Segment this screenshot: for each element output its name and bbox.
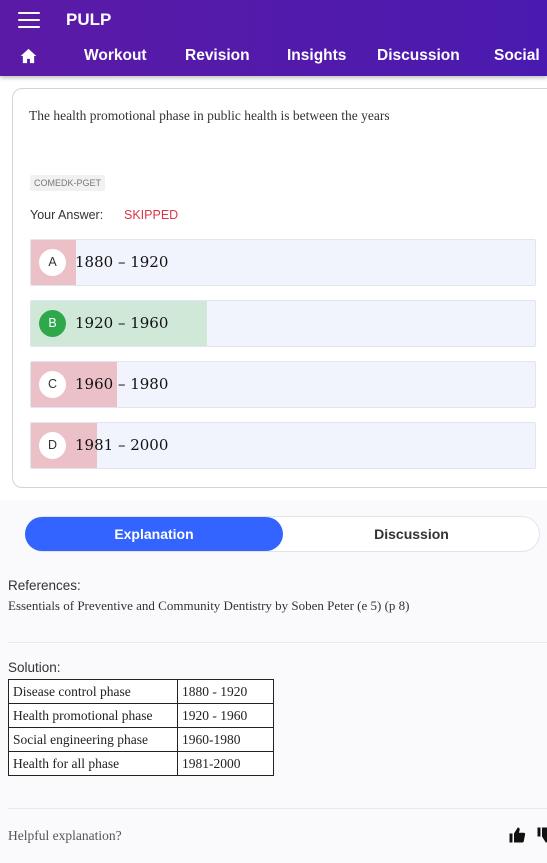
table-row: Health promotional phase 1920 - 1960: [8, 703, 274, 728]
option-d[interactable]: D 1981 – 2000: [30, 422, 536, 469]
nav-item-revision[interactable]: Revision: [185, 47, 250, 65]
table-cell: Disease control phase: [8, 679, 178, 704]
option-text: 1880 – 1920: [75, 253, 169, 271]
thumbs-down-icon[interactable]: [536, 826, 547, 844]
option-b[interactable]: B 1920 – 1960: [30, 300, 536, 347]
table-cell: 1981-2000: [177, 751, 274, 776]
references-label: References:: [8, 578, 81, 593]
option-letter: D: [39, 432, 66, 459]
table-cell: Social engineering phase: [8, 727, 178, 752]
option-c[interactable]: C 1960 – 1980: [30, 361, 536, 408]
your-answer-status: SKIPPED: [124, 208, 179, 222]
option-letter: A: [39, 249, 66, 276]
table-row: Disease control phase 1880 - 1920: [8, 679, 274, 704]
divider: [8, 642, 547, 643]
question-text: The health promotional phase in public h…: [29, 108, 390, 123]
helpful-prompt: Helpful explanation?: [8, 828, 122, 843]
nav-item-insights[interactable]: Insights: [287, 47, 346, 65]
references-text: Essentials of Preventive and Community D…: [8, 598, 410, 613]
option-text: 1960 – 1980: [75, 375, 169, 393]
option-a[interactable]: A 1880 – 1920: [30, 239, 536, 286]
table-cell: 1960-1980: [177, 727, 274, 752]
exam-tag: COMEDK-PGET: [30, 175, 106, 191]
app-title: PULP: [66, 10, 112, 29]
solution-table: Disease control phase 1880 - 1920 Health…: [8, 679, 274, 776]
nav-item-workout[interactable]: Workout: [84, 47, 147, 65]
tab-discussion[interactable]: Discussion: [284, 517, 539, 551]
table-cell: 1920 - 1960: [177, 703, 274, 728]
nav-item-social[interactable]: Social: [494, 47, 540, 65]
tab-bar: Explanation Discussion: [25, 516, 540, 552]
question-card: The health promotional phase in public h…: [12, 88, 547, 488]
option-letter: B: [39, 310, 66, 337]
table-row: Health for all phase 1981-2000: [8, 751, 274, 776]
table-cell: 1880 - 1920: [177, 679, 274, 704]
thumbs-up-icon[interactable]: [508, 826, 526, 844]
table-row: Social engineering phase 1960-1980: [8, 727, 274, 752]
divider: [8, 808, 547, 809]
option-letter: C: [39, 371, 66, 398]
nav-bar: Workout Revision Insights Discussion Soc…: [0, 40, 547, 74]
app-header: PULP Workout Revision Insights Discussio…: [0, 0, 547, 76]
tab-explanation[interactable]: Explanation: [25, 517, 283, 551]
option-text: 1981 – 2000: [75, 436, 169, 454]
solution-label: Solution:: [8, 660, 61, 675]
nav-item-discussion[interactable]: Discussion: [377, 47, 460, 65]
explanation-section: Explanation Discussion References: Essen…: [0, 500, 547, 863]
table-cell: Health for all phase: [8, 751, 178, 776]
table-cell: Health promotional phase: [8, 703, 178, 728]
option-text: 1920 – 1960: [75, 314, 169, 332]
home-icon[interactable]: [20, 48, 37, 64]
menu-icon[interactable]: [18, 12, 40, 30]
your-answer-label: Your Answer:: [30, 208, 104, 222]
